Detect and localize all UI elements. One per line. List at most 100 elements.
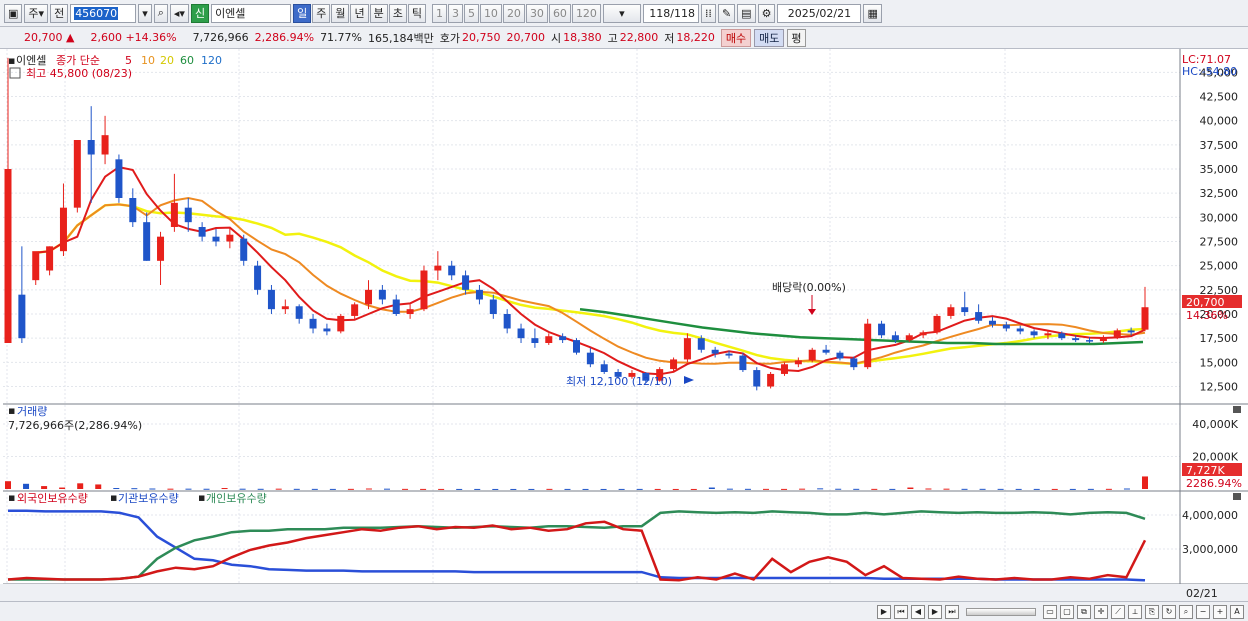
- candle-body: [46, 246, 54, 271]
- period-tab-6[interactable]: 틱: [407, 3, 426, 23]
- candle-body: [170, 202, 178, 227]
- interval-tab-1[interactable]: 1: [431, 3, 447, 23]
- interval-tab-30[interactable]: 30: [525, 3, 548, 23]
- overlay-icon[interactable]: ⧉: [1077, 604, 1091, 619]
- scroll-right-icon[interactable]: ▶: [877, 604, 891, 619]
- candle-body: [767, 373, 775, 387]
- stock-code-input[interactable]: 456070: [70, 3, 137, 23]
- average-button[interactable]: 평: [787, 28, 806, 47]
- period-tab-2[interactable]: 월: [331, 3, 350, 23]
- copy-icon[interactable]: ⎘: [1145, 604, 1159, 619]
- sell-button[interactable]: 매도: [754, 28, 785, 47]
- ruler-icon[interactable]: ⟂: [1128, 604, 1142, 619]
- legend-ma20: 20: [160, 54, 174, 67]
- candle-body: [143, 222, 151, 261]
- candle-body: [711, 349, 719, 354]
- auto-scale-icon[interactable]: A: [1230, 604, 1244, 619]
- buy-button[interactable]: 매수: [720, 28, 752, 47]
- interval-tab-10[interactable]: 10: [479, 3, 502, 23]
- draw-icon[interactable]: ✎: [717, 3, 736, 23]
- high-label: 고: [607, 31, 618, 45]
- volume-bar: [149, 488, 156, 490]
- price-tick-label: 37,500: [1200, 139, 1239, 152]
- search-icon[interactable]: ⌕: [153, 3, 168, 23]
- tile-view-icon[interactable]: ▢: [1060, 604, 1074, 619]
- interval-tab-20[interactable]: 20: [502, 3, 525, 23]
- price-tick-label: 32,500: [1200, 187, 1239, 200]
- candle-body: [337, 315, 345, 332]
- candle-body: [4, 169, 12, 343]
- dividend-annotation: 배당락(0.00%): [772, 281, 846, 294]
- holder-close-icon[interactable]: [1233, 493, 1241, 500]
- zoom-out-icon[interactable]: −: [1196, 604, 1210, 619]
- stock-chart[interactable]: 45,00042,50040,00037,50035,00032,50030,0…: [0, 49, 1248, 601]
- candle-body: [184, 207, 192, 223]
- candle-body: [683, 338, 691, 360]
- volume-bar: [961, 488, 968, 490]
- speaker-icon[interactable]: ◂▾: [169, 3, 189, 23]
- period-tab-4[interactable]: 분: [369, 3, 388, 23]
- code-dropdown-icon[interactable]: ▾: [138, 3, 152, 23]
- interval-tab-120[interactable]: 120: [571, 3, 601, 23]
- date-input[interactable]: 2025/02/21: [777, 3, 862, 23]
- candle-body: [670, 359, 678, 370]
- grid-icon[interactable]: ⁞⁞: [700, 3, 716, 23]
- legend-close-ma: 종가 단순: [56, 54, 100, 67]
- volume-pct: 2,286.94%: [254, 31, 315, 44]
- high-price: 22,800: [619, 31, 659, 44]
- period-tabs: 일주월년분초틱: [293, 3, 426, 23]
- zoom-icon[interactable]: ⌕: [1179, 604, 1193, 619]
- candle-body: [101, 135, 109, 155]
- candle-body: [365, 289, 373, 305]
- gear-icon[interactable]: ⚙: [757, 3, 776, 23]
- candle-body: [961, 307, 969, 313]
- period-tab-5[interactable]: 초: [388, 3, 407, 23]
- period-tab-1[interactable]: 주: [312, 3, 331, 23]
- last-page-icon[interactable]: ⏭: [945, 604, 959, 619]
- volume-bar: [510, 488, 517, 490]
- candle-body: [59, 207, 67, 252]
- candle-body: [780, 364, 788, 374]
- prev-page-icon[interactable]: ◀: [911, 604, 925, 619]
- volume-bar: [907, 487, 914, 489]
- price-tick-label: 22,500: [1200, 284, 1239, 297]
- period-main-select[interactable]: 주 ▾: [24, 3, 49, 23]
- layout-icon[interactable]: ▣: [4, 3, 23, 23]
- prev-button[interactable]: 전: [50, 3, 69, 23]
- volume-bar: [925, 488, 932, 490]
- interval-dropdown[interactable]: ▾: [602, 3, 641, 23]
- bar-counter[interactable]: 118/118: [642, 3, 699, 23]
- candle-body: [434, 265, 442, 271]
- price-tick-label: 30,000: [1200, 211, 1239, 224]
- refresh-icon[interactable]: ↻: [1162, 604, 1176, 619]
- period-tab-0[interactable]: 일: [293, 3, 312, 23]
- volume-tick-label: 20,000K: [1192, 451, 1238, 464]
- scroll-slider[interactable]: [966, 607, 1036, 616]
- calendar-icon[interactable]: ▦: [863, 3, 882, 23]
- interval-tab-60[interactable]: 60: [548, 3, 571, 23]
- candle-body: [517, 328, 525, 339]
- split-view-icon[interactable]: ▭: [1043, 604, 1057, 619]
- trend-tool-icon[interactable]: ⟋: [1111, 604, 1125, 619]
- candle-body: [129, 198, 137, 223]
- period-tab-3[interactable]: 년: [350, 3, 369, 23]
- legend-ma10: 10: [141, 54, 155, 67]
- volume-close-icon[interactable]: [1233, 406, 1241, 413]
- ask-price-1: 20,750: [462, 31, 501, 44]
- volume-bar: [275, 488, 282, 490]
- interval-tab-5[interactable]: 5: [463, 3, 479, 23]
- volume-bar: [997, 488, 1004, 490]
- stock-name-field[interactable]: 이엔셀: [211, 3, 292, 23]
- legend-stock-name: 이엔셀: [16, 54, 46, 67]
- candle-body: [157, 236, 165, 261]
- next-page-icon[interactable]: ▶: [928, 604, 942, 619]
- price-tick-label: 27,500: [1200, 236, 1239, 249]
- volume-bar: [402, 488, 409, 490]
- zoom-in-icon[interactable]: +: [1213, 604, 1227, 619]
- candle-body: [1002, 324, 1010, 329]
- save-icon[interactable]: ▤: [737, 3, 756, 23]
- candle-body: [725, 353, 733, 356]
- first-page-icon[interactable]: ⏮: [894, 604, 908, 619]
- crosshair-icon[interactable]: ✛: [1094, 604, 1108, 619]
- interval-tab-3[interactable]: 3: [447, 3, 463, 23]
